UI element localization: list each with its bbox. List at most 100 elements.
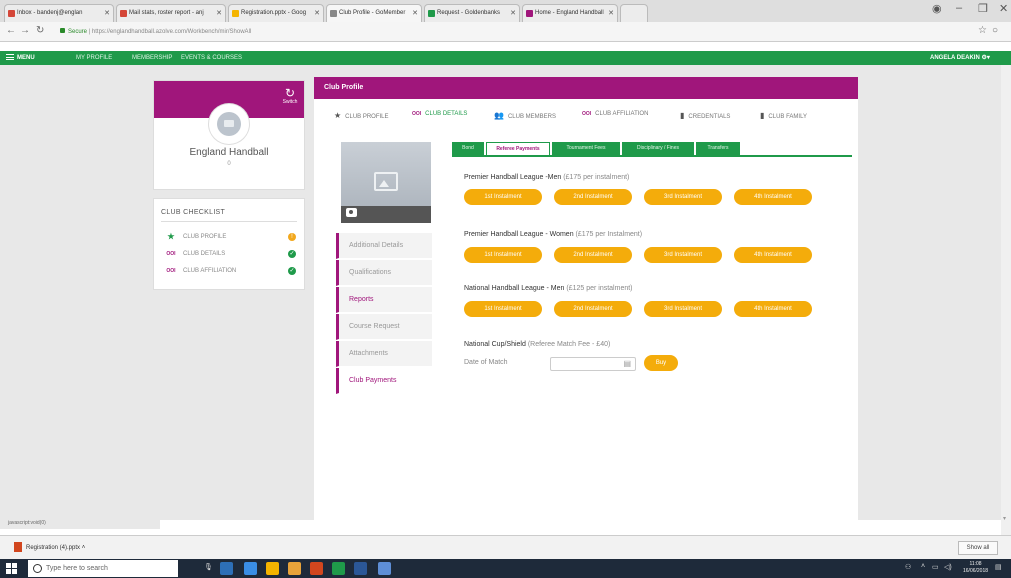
reload-icon[interactable]: ↻ xyxy=(36,25,44,36)
sidenav-additional-details[interactable]: Additional Details xyxy=(336,233,432,259)
ooo-icon: OOI xyxy=(582,111,592,117)
sidenav-attachments[interactable]: Attachments xyxy=(336,341,432,367)
edge-icon[interactable] xyxy=(244,562,257,575)
browser-tab[interactable]: Inbox - bandenj@englan ✕ xyxy=(4,4,114,22)
instalment-1-button[interactable]: 1st Instalment xyxy=(464,247,542,263)
scroll-down-icon[interactable]: ▾ xyxy=(1003,515,1009,523)
microphone-icon[interactable]: 🎙 xyxy=(204,563,213,571)
instalment-2-button[interactable]: 2nd Instalment xyxy=(554,189,632,205)
windows-start-icon[interactable] xyxy=(6,563,18,574)
back-icon[interactable]: ← xyxy=(6,25,16,36)
profile-icon[interactable]: ◉ xyxy=(932,2,942,15)
powerpoint-icon[interactable] xyxy=(310,562,323,575)
gmail-icon xyxy=(8,10,15,17)
instalment-3-button[interactable]: 3rd Instalment xyxy=(644,301,722,317)
extension-icon[interactable]: ○ xyxy=(992,25,998,36)
tab-club-family[interactable]: ▮ CLUB FAMILY xyxy=(760,111,807,120)
calendar-icon[interactable]: ▤ xyxy=(623,359,631,368)
profile-card: ↻ Switch England Handball 0 xyxy=(153,80,305,190)
close-icon[interactable]: ✕ xyxy=(608,5,614,22)
close-window-icon[interactable]: ✕ xyxy=(999,2,1008,15)
avatar[interactable] xyxy=(209,104,249,144)
close-icon[interactable]: ✕ xyxy=(510,5,516,22)
subtab-referee-payments[interactable]: Referee Payments xyxy=(486,142,550,155)
switch-button[interactable]: ↻ Switch xyxy=(280,87,300,105)
menu-button[interactable]: MENU xyxy=(6,51,35,65)
browser-tab[interactable]: Mail stats, roster report - anj ✕ xyxy=(116,4,226,22)
tab-club-profile[interactable]: ★ CLUB PROFILE xyxy=(334,111,389,120)
app-icon[interactable] xyxy=(378,562,391,575)
sidenav-qualifications[interactable]: Qualifications xyxy=(336,260,432,286)
download-item[interactable]: Registration (4).pptx ˄ xyxy=(14,542,85,552)
buy-button[interactable]: Buy xyxy=(644,355,678,371)
nav-membership[interactable]: MEMBERSHIP xyxy=(132,51,172,65)
browser-tab[interactable]: Registration.pptx - Goog ✕ xyxy=(228,4,324,22)
instalment-3-button[interactable]: 3rd Instalment xyxy=(644,189,722,205)
subtab-disciplinary-fines[interactable]: Disciplinary / Fines xyxy=(622,142,694,155)
subtab-bond[interactable]: Bond xyxy=(452,142,484,155)
notifications-icon[interactable]: ▤ xyxy=(995,563,1002,571)
close-icon[interactable]: ✕ xyxy=(314,5,320,22)
powerpoint-icon xyxy=(14,542,22,552)
taskbar-search-input[interactable]: Type here to search xyxy=(28,560,178,577)
clock[interactable]: 11:08 16/06/2018 xyxy=(963,561,988,575)
close-icon[interactable]: ✕ xyxy=(104,5,110,22)
checklist-item-club-profile[interactable]: ★ CLUB PROFILE ! xyxy=(166,231,300,243)
date-of-match-input[interactable]: ▤ xyxy=(550,357,636,371)
slides-icon xyxy=(232,10,239,17)
bookmark-star-icon[interactable]: ☆ xyxy=(978,25,987,36)
image-placeholder-icon xyxy=(217,112,241,136)
url-input[interactable]: Secure | https://englandhandball.azolve.… xyxy=(60,26,940,39)
camera-icon[interactable] xyxy=(346,208,357,217)
browser-tab[interactable]: Home - England Handball ✕ xyxy=(522,4,618,22)
instalment-4-button[interactable]: 4th Instalment xyxy=(734,247,812,263)
minimize-icon[interactable]: – xyxy=(956,2,962,14)
cortana-icon xyxy=(33,564,42,573)
subtab-transfers[interactable]: Transfers xyxy=(696,142,740,155)
tab-club-affiliation[interactable]: OOI CLUB AFFILIATION xyxy=(582,111,648,117)
instalment-1-button[interactable]: 1st Instalment xyxy=(464,301,542,317)
show-all-button[interactable]: Show all xyxy=(958,541,998,555)
instalment-3-button[interactable]: 3rd Instalment xyxy=(644,247,722,263)
forward-icon[interactable]: → xyxy=(20,25,30,36)
chrome-icon[interactable] xyxy=(266,562,279,575)
tab-credentials[interactable]: ▮ CREDENTIALS xyxy=(680,111,730,120)
nav-my-profile[interactable]: MY PROFILE xyxy=(76,51,112,65)
tab-club-details[interactable]: OOI CLUB DETAILS xyxy=(412,111,467,117)
checklist-item-club-affiliation[interactable]: OOI CLUB AFFILIATION ✓ xyxy=(166,265,300,277)
scrollbar[interactable]: ▾ xyxy=(1001,65,1011,535)
sidenav-club-payments[interactable]: Club Payments xyxy=(336,368,432,394)
sidenav-course-request[interactable]: Course Request xyxy=(336,314,432,340)
file-explorer-icon[interactable] xyxy=(288,562,301,575)
check-icon: ✓ xyxy=(288,250,296,258)
people-icon[interactable]: ⚇ xyxy=(905,563,911,571)
instalment-2-button[interactable]: 2nd Instalment xyxy=(554,247,632,263)
nav-events-courses[interactable]: EVENTS & COURSES xyxy=(181,51,242,65)
instalment-4-button[interactable]: 4th Instalment xyxy=(734,301,812,317)
volume-icon[interactable]: ◁) xyxy=(944,563,952,571)
close-icon[interactable]: ✕ xyxy=(412,5,418,22)
close-icon[interactable]: ✕ xyxy=(216,5,222,22)
instalment-2-button[interactable]: 2nd Instalment xyxy=(554,301,632,317)
sidenav-reports[interactable]: Reports xyxy=(336,287,432,313)
subtab-tournament-fees[interactable]: Tournament Fees xyxy=(552,142,620,155)
browser-tab-active[interactable]: Club Profile - GoMember ✕ xyxy=(326,4,422,22)
word-icon[interactable] xyxy=(354,562,367,575)
gear-icon: ⚙▾ xyxy=(981,55,990,61)
new-tab-button[interactable] xyxy=(620,4,648,22)
chevron-up-icon[interactable]: ˄ xyxy=(82,545,86,551)
members-icon: 👥 xyxy=(494,111,504,120)
instalment-4-button[interactable]: 4th Instalment xyxy=(734,189,812,205)
tray-chevron-icon[interactable]: ˄ xyxy=(921,563,925,570)
browser-tab[interactable]: Request - Goldenbanks ✕ xyxy=(424,4,520,22)
task-view-icon[interactable] xyxy=(220,562,233,575)
instalment-1-button[interactable]: 1st Instalment xyxy=(464,189,542,205)
user-menu[interactable]: ANGELA DEAKIN ⚙▾ xyxy=(930,51,990,65)
club-photo[interactable] xyxy=(341,142,431,223)
excel-icon[interactable] xyxy=(332,562,345,575)
network-icon[interactable]: ▭ xyxy=(932,563,939,571)
tab-club-members[interactable]: 👥 CLUB MEMBERS xyxy=(494,111,556,120)
restore-icon[interactable]: ❐ xyxy=(978,2,988,15)
date-of-match-label: Date of Match xyxy=(464,359,508,366)
checklist-item-club-details[interactable]: OOI CLUB DETAILS ✓ xyxy=(166,248,300,260)
